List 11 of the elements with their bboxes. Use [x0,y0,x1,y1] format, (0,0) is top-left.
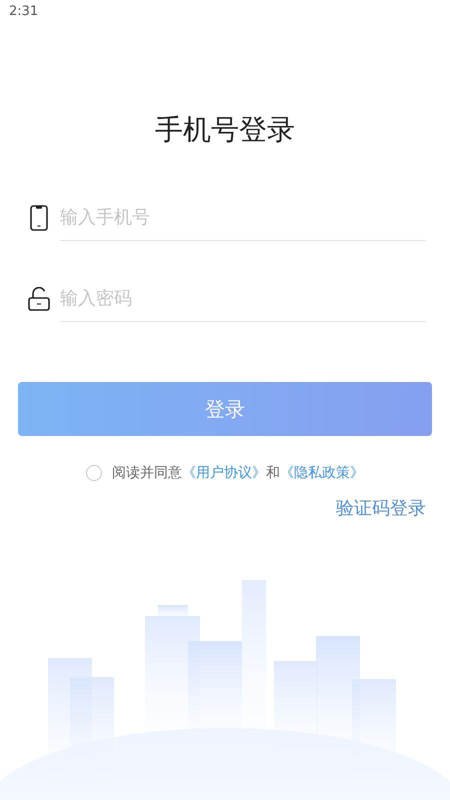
unlocked-lock-icon [28,286,50,310]
user-agreement-link[interactable]: 《用户协议》 [182,465,266,481]
agreement-text: 阅读并同意《用户协议》和《隐私政策》 [112,464,364,482]
page-title: 手机号登录 [154,112,296,148]
privacy-policy-link[interactable]: 《隐私政策》 [280,465,364,481]
phone-icon [28,204,50,230]
agreement-checkbox[interactable] [86,465,102,481]
code-login-link[interactable]: 验证码登录 [336,496,426,520]
input-field[interactable]: 输入手机号 [60,194,426,241]
input-field[interactable]: 输入密码 [60,275,426,322]
status-time: 2:31 [9,4,38,19]
